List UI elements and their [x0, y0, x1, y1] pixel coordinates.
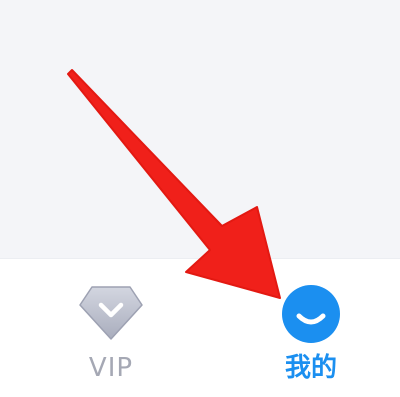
- smile-face-icon: [282, 285, 340, 343]
- tab-vip[interactable]: VIP: [46, 259, 176, 397]
- tab-mine[interactable]: 我的: [246, 259, 376, 397]
- vip-diamond-icon: [79, 286, 143, 340]
- content-area: [0, 0, 400, 258]
- tab-mine-label: 我的: [284, 353, 337, 383]
- bottom-tab-bar: VIP 我的: [0, 258, 400, 397]
- tab-vip-label: VIP: [88, 353, 134, 383]
- app-screen: VIP 我的: [0, 0, 400, 397]
